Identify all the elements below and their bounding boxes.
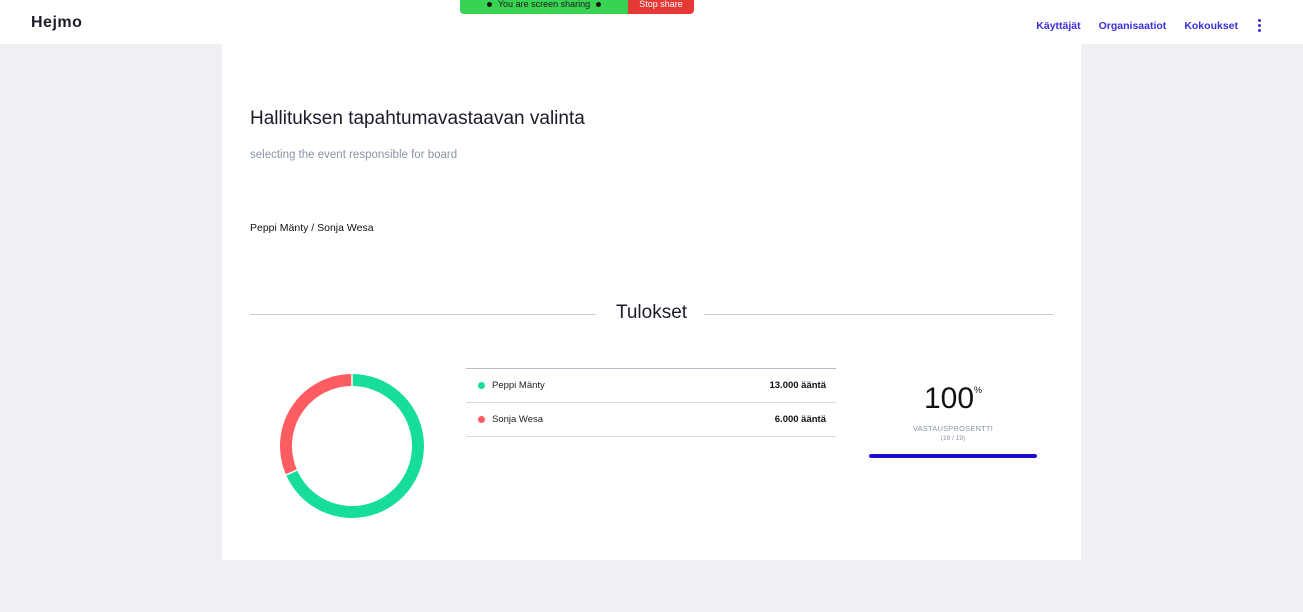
participation-label: VASTAUSPROSENTTI [912,424,994,433]
results-donut-chart [280,374,424,518]
participation-percentage: 100% [923,382,983,415]
screen-share-banner: You are screen sharing Stop share [460,0,694,14]
results-divider: Tulokset [250,302,1053,326]
share-indicator-icon [596,1,602,7]
screen-share-status: You are screen sharing [460,0,628,14]
share-indicator-icon [486,1,492,7]
donut-slice-2 [280,374,353,475]
result-vote-count: 13.000 ääntä [769,380,826,391]
result-candidate-name: Sonja Wesa [492,414,544,425]
top-navigation-bar: Hejmo You are screen sharing Stop share … [0,0,1303,44]
results-list: Peppi Mänty 13.000 ääntä Sonja Wesa 6.00… [466,368,836,437]
app-logo[interactable]: Hejmo [31,14,82,32]
participation-summary: 100% VASTAUSPROSENTTI (19 / 19) [868,374,1038,458]
nav-item-users[interactable]: Käyttäjät [1036,20,1080,32]
main-nav: Käyttäjät Organisaatiot Kokoukset [1036,19,1263,32]
legend-dot-icon [478,416,485,423]
screen-share-text: You are screen sharing [497,0,591,9]
poll-description: selecting the event responsible for boar… [250,149,458,161]
result-row: Peppi Mänty 13.000 ääntä [466,369,836,403]
result-vote-count: 6.000 ääntä [774,414,826,425]
result-row: Sonja Wesa 6.000 ääntä [466,403,836,437]
poll-candidates: Peppi Mänty / Sonja Wesa [250,222,374,234]
poll-card: Hallituksen tapahtumavastaavan valinta s… [222,44,1081,560]
participation-progress-fill [869,454,1037,458]
stop-share-button[interactable]: Stop share [628,0,694,14]
result-candidate-name: Peppi Mänty [492,380,545,391]
more-menu-icon[interactable] [1256,19,1263,32]
results-heading: Tulokset [615,302,688,323]
participation-progress-bar [869,454,1037,458]
legend-dot-icon [478,382,485,389]
participation-count: (19 / 19) [940,435,966,442]
poll-title: Hallituksen tapahtumavastaavan valinta [250,108,585,129]
nav-item-organizations[interactable]: Organisaatiot [1099,20,1167,32]
nav-item-meetings[interactable]: Kokoukset [1184,20,1238,32]
